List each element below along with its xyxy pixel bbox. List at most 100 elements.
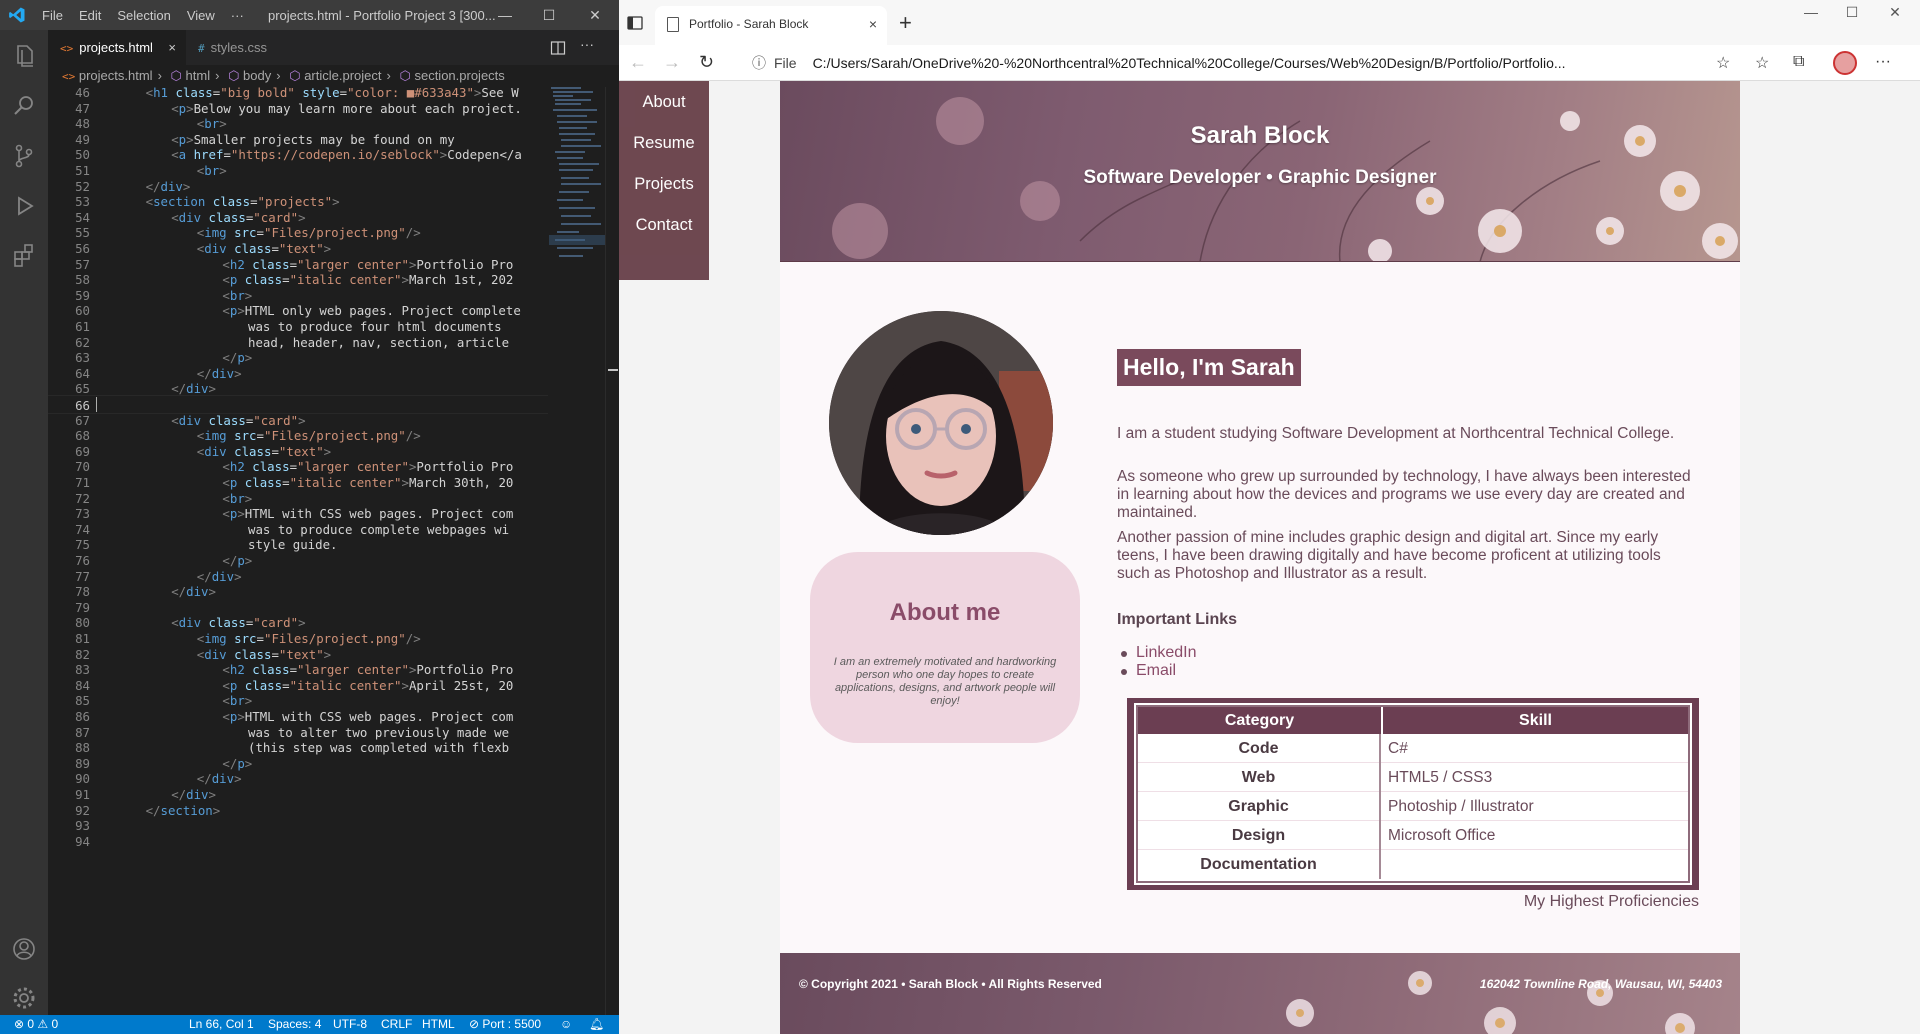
extensions-icon[interactable] — [10, 242, 38, 270]
table-cell-skill: C# — [1388, 740, 1408, 757]
site-nav: About Resume Projects Contact — [619, 81, 709, 280]
menu-more[interactable]: ··· — [231, 8, 244, 23]
tab-close-icon[interactable]: × — [869, 6, 877, 42]
live-server-port[interactable]: ⊘ Port : 5500 — [469, 1015, 541, 1034]
table-cell-category: Documentation — [1138, 850, 1381, 879]
problems-indicator[interactable]: ⊗ 0 ⚠ 0 — [14, 1015, 58, 1034]
footer-address: 162042 Townline Road, Wausau, WI, 54403 — [1479, 977, 1722, 991]
breadcrumb-item[interactable]: projects.html — [79, 68, 153, 83]
breadcrumb-item[interactable]: section.projects — [414, 68, 504, 83]
table-cell-skill: Photoship / Illustrator — [1388, 798, 1534, 815]
symbol-icon: ⬡ — [170, 68, 182, 83]
site-name: Sarah Block — [1190, 122, 1330, 149]
intro-paragraph: Another passion of mine includes graphic… — [1117, 529, 1661, 582]
breadcrumb-item[interactable]: body — [243, 68, 271, 83]
nav-resume[interactable]: Resume — [619, 134, 709, 153]
language-mode[interactable]: HTML — [422, 1015, 455, 1034]
address-scheme-label: File — [774, 55, 797, 71]
link-email[interactable]: Email — [1136, 662, 1176, 680]
tab-actions-icon[interactable] — [627, 16, 643, 30]
split-editor-icon[interactable] — [550, 40, 566, 56]
breadcrumb: <> projects.html › ⬡ html › ⬡ body › ⬡ arti… — [48, 65, 619, 87]
maximize-button[interactable]: ☐ — [1832, 4, 1872, 30]
line-number: 94 — [75, 833, 90, 849]
profile-avatar[interactable] — [1833, 51, 1857, 75]
run-debug-icon[interactable] — [10, 192, 38, 220]
tab-projects-html[interactable]: <> projects.html × — [48, 30, 186, 65]
nav-contact[interactable]: Contact — [619, 216, 709, 235]
settings-gear-icon[interactable] — [10, 984, 38, 1012]
breadcrumb-item[interactable]: html — [186, 68, 211, 83]
intro-heading: Hello, I'm Sarah — [1117, 349, 1301, 386]
css-file-icon: # — [198, 42, 205, 55]
chevron-right-icon: › — [276, 68, 281, 83]
skills-table: Category Skill Code C# Web HTML5 / CSS3 … — [1127, 698, 1699, 890]
address-bar[interactable]: ⓘ File C:/Users/Sarah/OneDrive%20-%20North… — [752, 48, 1710, 78]
symbol-icon: ⬡ — [289, 68, 301, 83]
source-control-icon[interactable] — [10, 142, 38, 170]
vscode-window: File Edit Selection View ··· projects.ht… — [0, 0, 619, 1034]
code-line[interactable]: 94 — [48, 832, 548, 851]
important-links-heading: Important Links — [1117, 611, 1238, 628]
profile-photo — [829, 311, 1053, 535]
menu-file[interactable]: File — [42, 8, 63, 23]
html-file-icon: <> — [62, 70, 76, 83]
skills-table-inner: Category Skill Code C# Web HTML5 / CSS3 … — [1136, 705, 1690, 883]
table-row: Documentation — [1138, 850, 1688, 879]
table-header-category: Category — [1138, 707, 1383, 734]
maximize-button[interactable]: ☐ — [529, 0, 569, 30]
breadcrumb-item[interactable]: article.project — [304, 68, 381, 83]
chevron-right-icon: › — [215, 68, 220, 83]
feedback-icon[interactable]: ☺ — [560, 1015, 572, 1034]
browser-toolbar: ← → ↻ ⓘ File C:/Users/Sarah/OneDrive%20-%2… — [619, 45, 1920, 81]
menu-edit[interactable]: Edit — [79, 8, 101, 23]
add-favorite-icon[interactable]: ☆ — [1716, 53, 1730, 73]
new-tab-button[interactable]: + — [899, 10, 912, 36]
close-button[interactable]: ✕ — [575, 0, 615, 30]
code-editor[interactable]: 46 <h1 class="big bold" style="color: ■#6… — [48, 87, 549, 1015]
browser-window: Portfolio - Sarah Block × + — ☐ ✕ ← → ↻ … — [619, 0, 1920, 1034]
menu-selection[interactable]: Selection — [117, 8, 170, 23]
favorites-icon[interactable]: ☆ — [1755, 53, 1769, 73]
vscode-titlebar: File Edit Selection View ··· projects.ht… — [0, 0, 619, 30]
nav-projects[interactable]: Projects — [619, 175, 709, 194]
more-actions-icon[interactable]: ··· — [580, 36, 594, 52]
minimize-button[interactable]: — — [1791, 4, 1831, 30]
html-file-icon: <> — [60, 42, 74, 55]
menu-view[interactable]: View — [187, 8, 215, 23]
portrait-image — [829, 311, 1053, 535]
link-linkedin[interactable]: LinkedIn — [1136, 644, 1197, 662]
search-icon[interactable] — [10, 92, 38, 120]
minimap[interactable] — [549, 87, 605, 1015]
tab-close-icon[interactable]: × — [168, 30, 176, 65]
tab-label: styles.css — [210, 40, 267, 55]
about-card-title: About me — [889, 599, 1001, 626]
page-viewport: About Resume Projects Contact Sarah Bloc… — [619, 81, 1920, 1034]
table-row: Graphic Photoship / Illustrator — [1138, 792, 1688, 821]
forward-arrow-icon[interactable]: → — [663, 52, 681, 73]
editor-scrollbar[interactable] — [605, 87, 619, 1015]
table-cell-category: Design — [1138, 821, 1381, 850]
notifications-bell-icon[interactable]: 🔔︎ — [589, 1015, 604, 1034]
encoding-setting[interactable]: UTF-8 — [333, 1015, 367, 1034]
browser-tab[interactable]: Portfolio - Sarah Block × — [655, 6, 887, 45]
browser-tabbar: Portfolio - Sarah Block × + — ☐ ✕ — [619, 0, 1920, 45]
refresh-icon[interactable]: ↻ — [699, 52, 714, 73]
minimize-button[interactable]: — — [485, 0, 525, 30]
cursor-position[interactable]: Ln 66, Col 1 — [189, 1015, 254, 1034]
address-url: C:/Users/Sarah/OneDrive%20-%20Northcentr… — [812, 55, 1566, 71]
list-bullet — [1121, 651, 1127, 657]
explorer-icon[interactable] — [10, 42, 38, 70]
info-icon[interactable]: ⓘ — [752, 55, 766, 71]
settings-more-icon[interactable]: ··· — [1875, 53, 1891, 71]
tab-label: projects.html — [79, 40, 153, 55]
collections-icon[interactable]: ⧉ — [1793, 53, 1804, 71]
back-arrow-icon[interactable]: ← — [629, 52, 647, 73]
close-button[interactable]: ✕ — [1875, 4, 1915, 30]
tab-styles-css[interactable]: # styles.css — [186, 30, 328, 65]
account-icon[interactable] — [10, 935, 38, 963]
symbol-icon: ⬡ — [228, 68, 240, 83]
indentation-setting[interactable]: Spaces: 4 — [268, 1015, 321, 1034]
nav-about[interactable]: About — [619, 93, 709, 112]
eol-setting[interactable]: CRLF — [381, 1015, 412, 1034]
